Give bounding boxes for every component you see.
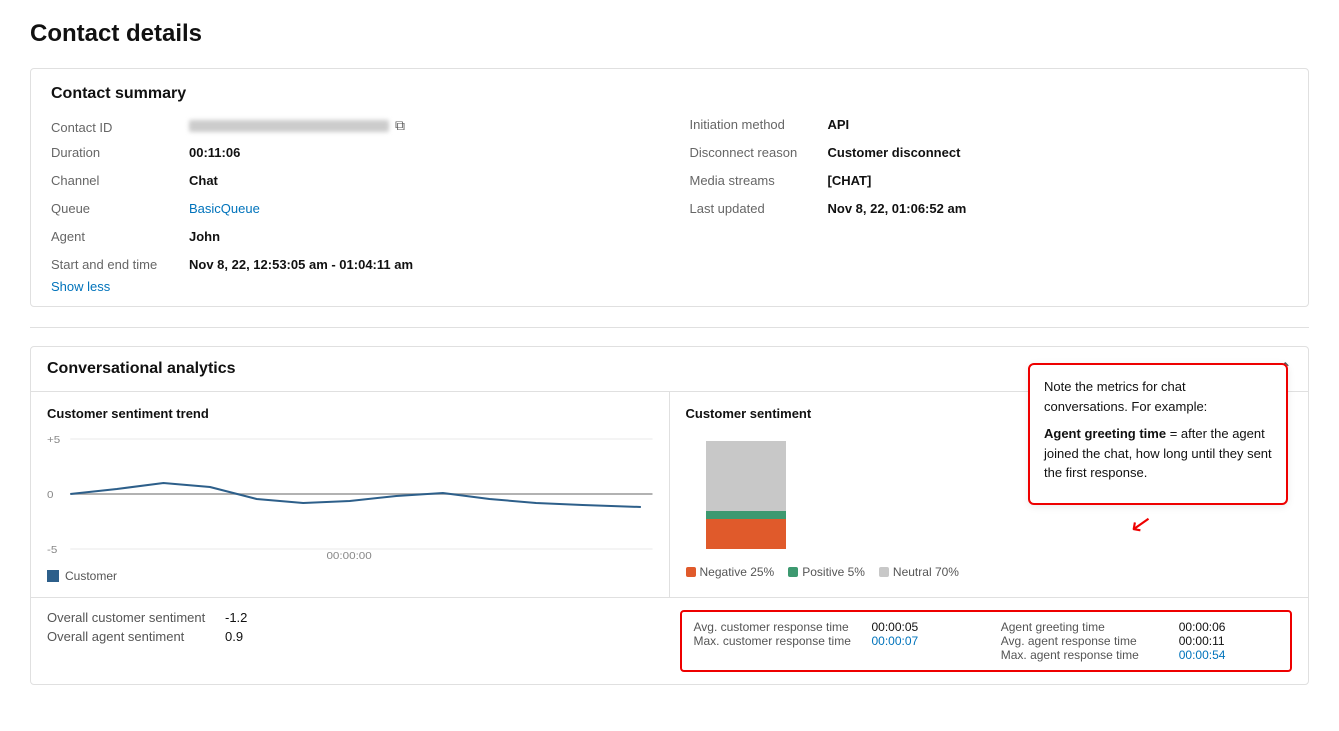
max-agent-response-row: Max. agent response time 00:00:54 (1001, 648, 1278, 662)
overall-agent-label: Overall agent sentiment (47, 629, 217, 644)
section-divider (30, 327, 1309, 328)
contact-id-blurred (189, 120, 389, 132)
disconnect-value: Customer disconnect (828, 145, 961, 160)
field-row-contact-id: Contact ID ⧉ (51, 117, 650, 139)
metrics-right-group: Avg. customer response time 00:00:05 Max… (680, 610, 1293, 672)
svg-text:-5: -5 (47, 545, 57, 556)
negative-label: Negative 25% (700, 565, 775, 579)
contact-summary-section: Contact summary Contact ID ⧉ Duration 00… (30, 68, 1309, 307)
sentiment-bar (706, 441, 786, 549)
overall-customer-sentiment-row: Overall customer sentiment -1.2 (47, 610, 660, 625)
avg-customer-response-row: Avg. customer response time 00:00:05 (694, 620, 971, 634)
channel-value: Chat (189, 173, 218, 188)
media-value: [CHAT] (828, 173, 872, 188)
avg-customer-response-value: 00:00:05 (872, 620, 919, 634)
field-row-last-updated: Last updated Nov 8, 22, 01:06:52 am (690, 201, 1289, 223)
duration-value: 00:11:06 (189, 145, 240, 160)
callout-text2: Agent greeting time = after the agent jo… (1044, 424, 1272, 483)
metrics-col-left: Avg. customer response time 00:00:05 Max… (694, 620, 971, 662)
contact-id-label: Contact ID (51, 120, 181, 135)
last-updated-label: Last updated (690, 201, 820, 216)
neutral-dot (879, 567, 889, 577)
field-row-initiation: Initiation method API (690, 117, 1289, 139)
metrics-row: Overall customer sentiment -1.2 Overall … (31, 598, 1308, 684)
disconnect-label: Disconnect reason (690, 145, 820, 160)
avg-agent-response-label: Avg. agent response time (1001, 634, 1171, 648)
neutral-bar (706, 441, 786, 511)
avg-agent-response-value: 00:00:11 (1179, 634, 1225, 648)
svg-text:+5: +5 (47, 435, 60, 446)
initiation-label: Initiation method (690, 117, 820, 132)
avg-customer-response-label: Avg. customer response time (694, 620, 864, 634)
sentiment-legend: Negative 25% Positive 5% Neutral 70% (686, 565, 959, 579)
avg-agent-response-row: Avg. agent response time 00:00:11 (1001, 634, 1278, 648)
neutral-legend: Neutral 70% (879, 565, 959, 579)
summary-grid: Contact ID ⧉ Duration 00:11:06 Channel C… (51, 117, 1288, 279)
duration-label: Duration (51, 145, 181, 160)
negative-bar (706, 519, 786, 549)
field-row-channel: Channel Chat (51, 173, 650, 195)
neutral-label: Neutral 70% (893, 565, 959, 579)
page-title: Contact details (30, 20, 1309, 48)
field-row-agent: Agent John (51, 229, 650, 251)
field-row-disconnect: Disconnect reason Customer disconnect (690, 145, 1289, 167)
analytics-section: Conversational analytics ⌃ Customer sent… (30, 346, 1309, 685)
agent-label: Agent (51, 229, 181, 244)
sentiment-trend-legend: Customer (47, 569, 653, 583)
copy-icon[interactable]: ⧉ (395, 117, 405, 134)
agent-greeting-value: 00:00:06 (1179, 620, 1226, 634)
show-less-button[interactable]: Show less (51, 279, 110, 294)
sentiment-trend-title: Customer sentiment trend (47, 406, 653, 421)
sentiment-trend-panel: Customer sentiment trend +5 0 -5 0 (31, 392, 670, 597)
svg-text:0: 0 (47, 490, 53, 501)
field-row-media: Media streams [CHAT] (690, 173, 1289, 195)
summary-left: Contact ID ⧉ Duration 00:11:06 Channel C… (51, 117, 650, 279)
field-row-duration: Duration 00:11:06 (51, 145, 650, 167)
media-label: Media streams (690, 173, 820, 188)
agent-greeting-row: Agent greeting time 00:00:06 (1001, 620, 1278, 634)
max-customer-response-label: Max. customer response time (694, 634, 864, 648)
customer-legend-label: Customer (65, 569, 117, 583)
customer-sentiment-title: Customer sentiment (686, 406, 812, 421)
start-end-value: Nov 8, 22, 12:53:05 am - 01:04:11 am (189, 257, 413, 272)
last-updated-value: Nov 8, 22, 01:06:52 am (828, 201, 967, 216)
channel-label: Channel (51, 173, 181, 188)
metrics-left: Overall customer sentiment -1.2 Overall … (47, 610, 660, 672)
overall-customer-value: -1.2 (225, 610, 247, 625)
contact-id-value: ⧉ (189, 117, 405, 134)
metrics-col-right: Agent greeting time 00:00:06 Avg. agent … (1001, 620, 1278, 662)
overall-customer-label: Overall customer sentiment (47, 610, 217, 625)
field-row-start-end: Start and end time Nov 8, 22, 12:53:05 a… (51, 257, 650, 279)
field-row-queue: Queue BasicQueue (51, 201, 650, 223)
queue-value[interactable]: BasicQueue (189, 201, 260, 216)
positive-legend: Positive 5% (788, 565, 865, 579)
contact-summary-title: Contact summary (51, 85, 1288, 103)
initiation-value: API (828, 117, 850, 132)
negative-legend: Negative 25% (686, 565, 775, 579)
max-agent-response-value[interactable]: 00:00:54 (1179, 648, 1226, 662)
customer-legend-color (47, 570, 59, 582)
metrics-container: Overall customer sentiment -1.2 Overall … (31, 598, 1308, 684)
agent-value: John (189, 229, 220, 244)
positive-label: Positive 5% (802, 565, 865, 579)
max-customer-response-row: Max. customer response time 00:00:07 (694, 634, 971, 648)
negative-dot (686, 567, 696, 577)
start-end-label: Start and end time (51, 257, 181, 272)
agent-greeting-label: Agent greeting time (1001, 620, 1171, 634)
callout-box: Note the metrics for chat conversations.… (1028, 363, 1288, 505)
overall-agent-sentiment-row: Overall agent sentiment 0.9 (47, 629, 660, 644)
callout-text1: Note the metrics for chat conversations.… (1044, 377, 1272, 416)
summary-right: Initiation method API Disconnect reason … (690, 117, 1289, 279)
svg-text:00:00:00: 00:00:00 (326, 551, 371, 561)
max-agent-response-label: Max. agent response time (1001, 648, 1171, 662)
positive-bar (706, 511, 786, 519)
overall-agent-value: 0.9 (225, 629, 243, 644)
max-customer-response-value[interactable]: 00:00:07 (872, 634, 919, 648)
positive-dot (788, 567, 798, 577)
sentiment-trend-svg: +5 0 -5 00:00:00 (47, 431, 653, 561)
analytics-title: Conversational analytics (47, 360, 236, 378)
sentiment-bar-container (706, 441, 786, 549)
queue-label: Queue (51, 201, 181, 216)
sentiment-trend-chart: +5 0 -5 00:00:00 (47, 431, 653, 561)
